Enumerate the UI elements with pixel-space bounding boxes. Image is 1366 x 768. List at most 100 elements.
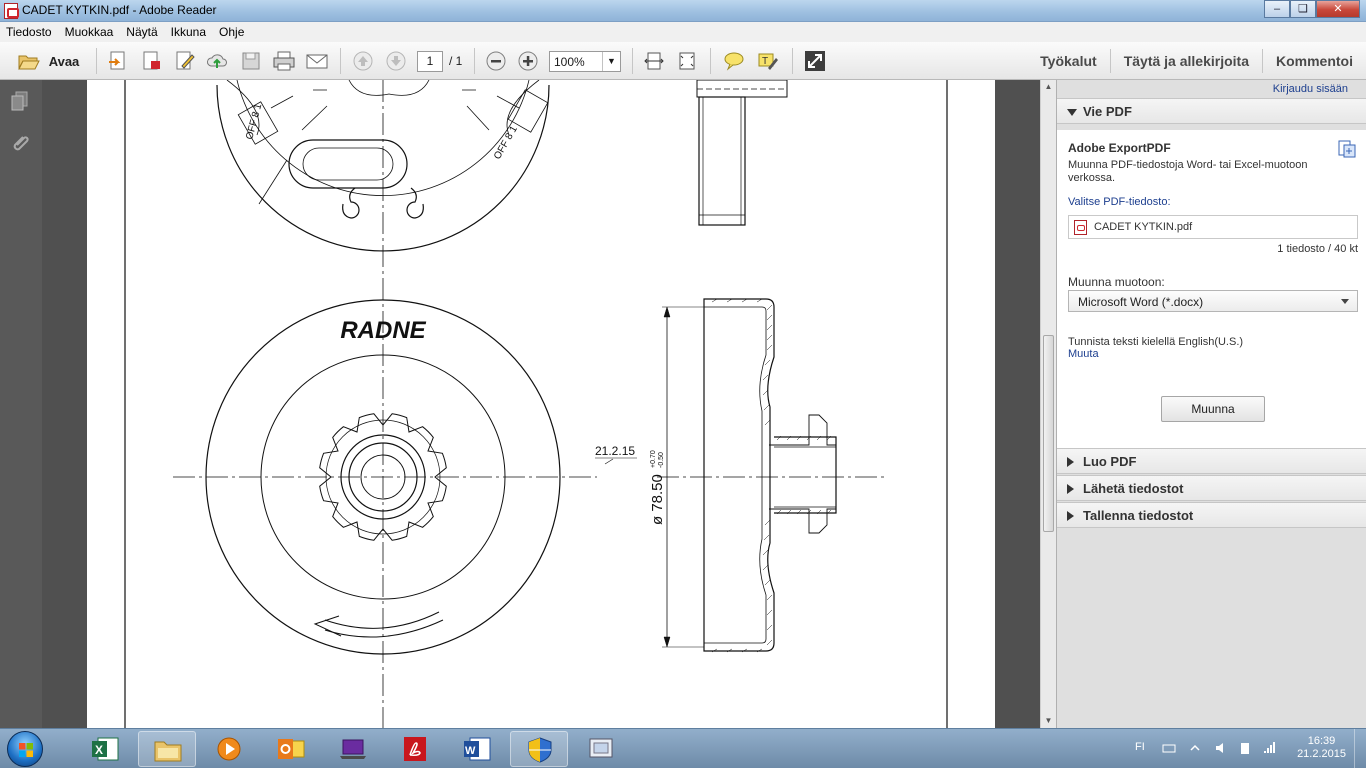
tab-comment[interactable]: Kommentoi — [1263, 42, 1366, 80]
expanded-triangle-icon — [1067, 109, 1077, 116]
page-number-input[interactable]: 1 — [417, 51, 443, 72]
windows-logo-icon — [19, 743, 33, 757]
edit-pdf-button[interactable] — [173, 50, 197, 72]
open-button[interactable]: Avaa — [8, 50, 88, 72]
tools-pane: Kirjaudu sisään Vie PDF Adobe ExportPDF … — [1056, 80, 1366, 728]
diameter-dimension: ø 78.50 — [649, 474, 666, 525]
clock-date: 21.2.2015 — [1297, 748, 1346, 760]
comment-button[interactable] — [722, 50, 746, 72]
network-icon[interactable] — [1262, 741, 1276, 755]
offset-label-right: OFF 8 1 — [492, 124, 520, 162]
export-pdf-panel: Adobe ExportPDF Muunna PDF-tiedostoja Wo… — [1057, 130, 1366, 448]
taskbar-remote[interactable] — [572, 731, 630, 767]
next-page-button[interactable] — [384, 50, 408, 72]
taskbar-adobe-reader[interactable] — [386, 731, 444, 767]
section-send-files[interactable]: Lähetä tiedostot — [1057, 475, 1366, 501]
scroll-thumb[interactable] — [1043, 335, 1054, 532]
select-file-label[interactable]: Valitse PDF-tiedosto: — [1068, 196, 1171, 208]
taskbar-excel[interactable]: X — [76, 731, 134, 767]
menu-edit[interactable]: Muokkaa — [65, 25, 114, 39]
collapsed-triangle-icon — [1067, 511, 1074, 521]
ocr-language-text: Tunnista teksti kielellä English(U.S.) — [1068, 336, 1244, 348]
create-pdf-icon — [143, 51, 160, 70]
taskbar-outlook[interactable] — [262, 731, 320, 767]
format-select[interactable]: Microsoft Word (*.docx) — [1068, 290, 1358, 312]
show-desktop-button[interactable] — [1354, 729, 1366, 768]
taskbar-laptop[interactable] — [324, 731, 382, 767]
zoom-in-button[interactable] — [516, 50, 540, 72]
export-info-icon[interactable] — [1338, 140, 1356, 158]
language-indicator[interactable]: FI — [1135, 741, 1145, 753]
document-view[interactable]: RADNE 21.2.15 ø 78.50 +0.70 -0.50 OFF 8 … — [42, 79, 1040, 728]
clock[interactable]: 16:39 21.2.2015 — [1297, 735, 1346, 761]
volume-icon[interactable] — [1214, 741, 1228, 755]
create-pdf-button[interactable] — [140, 50, 164, 72]
tab-fill-sign[interactable]: Täytä ja allekirjoita — [1111, 42, 1262, 80]
outlook-icon — [278, 739, 305, 759]
taskbar-explorer[interactable] — [138, 731, 196, 767]
save-icon — [242, 52, 260, 70]
taskbar: X W FI 16:39 21.2.2015 — [0, 728, 1366, 768]
selected-file-box[interactable]: CADET KYTKIN.pdf — [1068, 215, 1358, 239]
highlight-button[interactable]: T — [755, 50, 779, 72]
minimize-button[interactable]: – — [1264, 0, 1290, 18]
keyboard-icon[interactable] — [1162, 741, 1176, 755]
highlighter-icon: T — [758, 53, 778, 70]
scroll-down-icon[interactable]: ▼ — [1041, 714, 1056, 728]
section-label: Vie PDF — [1083, 104, 1132, 119]
section-label: Luo PDF — [1083, 454, 1137, 469]
menu-help[interactable]: Ohje — [219, 25, 244, 39]
tab-tools[interactable]: Työkalut — [1027, 42, 1110, 80]
window-title: CADET KYTKIN.pdf - Adobe Reader — [22, 3, 217, 17]
section-export-pdf[interactable]: Vie PDF — [1057, 98, 1366, 124]
menu-view[interactable]: Näytä — [126, 25, 157, 39]
taskbar-media-player[interactable] — [200, 731, 258, 767]
export-pdf-button[interactable] — [106, 50, 130, 72]
maximize-button[interactable]: ❑ — [1290, 0, 1316, 18]
fit-page-icon — [679, 52, 695, 70]
toolbar: Avaa 1 / 1 100% ▼ T Työkalut Täytä ja al… — [0, 42, 1366, 80]
taskbar-word[interactable]: W — [448, 731, 506, 767]
drawing-logo: RADNE — [340, 317, 426, 344]
menu-file[interactable]: Tiedosto — [6, 25, 52, 39]
upload-button[interactable] — [205, 50, 229, 72]
email-button[interactable] — [304, 50, 330, 72]
fullscreen-button[interactable] — [803, 50, 827, 72]
convert-button[interactable]: Muunna — [1161, 396, 1265, 422]
power-icon[interactable] — [1238, 741, 1252, 755]
collapsed-triangle-icon — [1067, 457, 1074, 467]
close-button[interactable]: ✕ — [1316, 0, 1360, 18]
envelope-icon — [306, 54, 328, 69]
attachments-icon[interactable] — [9, 133, 31, 155]
vertical-scrollbar[interactable]: ▲ ▼ — [1040, 80, 1056, 728]
svg-text:W: W — [465, 745, 476, 757]
window-icon — [589, 738, 613, 758]
start-button[interactable] — [7, 731, 43, 767]
cloud-upload-icon — [207, 54, 227, 68]
section-label: Tallenna tiedostot — [1083, 508, 1194, 523]
tolerance-upper: +0.70 — [650, 450, 657, 468]
zoom-select[interactable]: 100% ▼ — [549, 51, 621, 72]
change-language-link[interactable]: Muuta — [1068, 348, 1099, 360]
taskbar-security[interactable] — [510, 731, 568, 767]
open-label: Avaa — [48, 53, 80, 69]
chevron-down-icon[interactable]: ▼ — [602, 52, 620, 71]
menu-window[interactable]: Ikkuna — [171, 25, 206, 39]
previous-page-button[interactable] — [351, 50, 375, 72]
page-thumbnails-icon[interactable] — [9, 90, 31, 112]
print-button[interactable] — [271, 50, 297, 72]
sign-in-link[interactable]: Kirjaudu sisään — [1273, 83, 1348, 95]
export-product-name: Adobe ExportPDF — [1068, 141, 1171, 155]
fit-page-button[interactable] — [675, 50, 699, 72]
section-create-pdf[interactable]: Luo PDF — [1057, 448, 1366, 474]
pdf-page[interactable]: RADNE 21.2.15 ø 78.50 +0.70 -0.50 OFF 8 … — [87, 79, 995, 728]
save-button[interactable] — [239, 50, 263, 72]
fit-width-button[interactable] — [642, 50, 666, 72]
section-store-files[interactable]: Tallenna tiedostot — [1057, 502, 1366, 528]
zoom-out-button[interactable] — [484, 50, 508, 72]
task-tabs: Työkalut Täytä ja allekirjoita Kommentoi — [1027, 42, 1366, 80]
toolbar-separator — [710, 48, 711, 74]
excel-icon: X — [92, 737, 119, 761]
chevron-up-icon[interactable] — [1188, 741, 1202, 755]
scroll-up-icon[interactable]: ▲ — [1041, 80, 1056, 94]
